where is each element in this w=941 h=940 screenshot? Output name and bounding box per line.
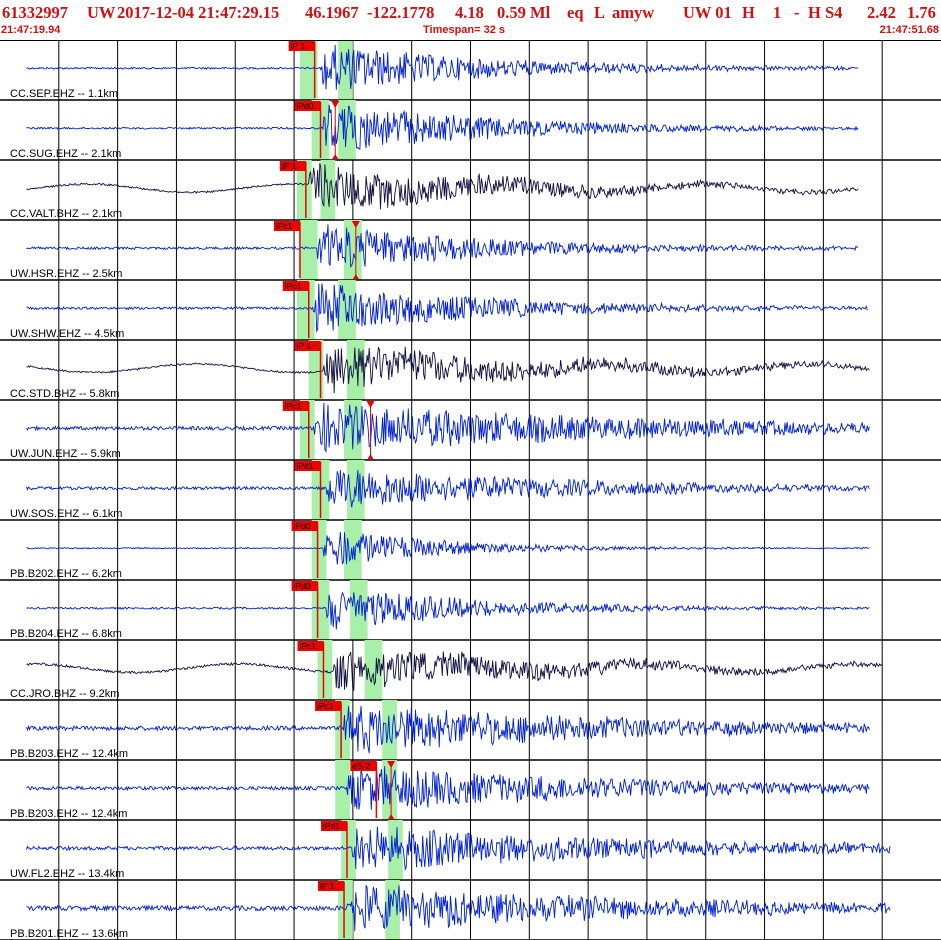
pick-label: iPd1 — [323, 821, 340, 831]
pick-label: iPd1 — [297, 461, 314, 471]
p-window — [299, 220, 318, 280]
event-magnitude: 0.59 Ml — [497, 3, 551, 22]
waveform-trace — [26, 224, 859, 269]
end-time: 21:47:51.68 — [879, 24, 939, 36]
station-label: UW.SOS.EHZ -- 6.1km — [10, 508, 122, 520]
event-id: 61332997 — [2, 3, 68, 22]
pick-label: iP 1 — [320, 881, 335, 891]
secondary-pick-triangle — [367, 454, 374, 459]
event-h2: 1 — [773, 3, 782, 22]
event-value-2: 1.76 — [907, 3, 936, 22]
pick-label: iPd0 — [297, 101, 314, 111]
event-datetime: 2017-12-04 21:47:29.15 — [117, 3, 280, 22]
station-label: PB.B204.EHZ -- 6.8km — [10, 628, 122, 640]
waveform-trace — [26, 705, 870, 754]
event-author: amyw — [612, 3, 655, 22]
station-label: CC.STD.BHZ -- 5.8km — [10, 388, 119, 400]
waveform-trace — [26, 826, 891, 872]
pick-label: iP 1 — [291, 41, 306, 51]
event-value-1: 2.42 — [867, 3, 896, 22]
event-h1: H — [742, 3, 755, 22]
waveform-trace — [26, 283, 868, 333]
event-type: eq — [567, 3, 584, 22]
event-header: 61332997 UW 2017-12-04 21:47:29.15 46.19… — [0, 0, 941, 40]
waveform-trace — [26, 104, 859, 150]
event-h4: H S4 — [808, 3, 843, 22]
waveform-trace — [26, 44, 859, 90]
secondary-pick-triangle — [331, 101, 340, 108]
secondary-pick-triangle — [332, 154, 339, 159]
waveform-trace — [26, 402, 870, 453]
waveform-trace — [26, 651, 883, 691]
seismogram-canvas[interactable]: iP 1 CC.SEP.EHZ -- 1.1km iPd0 CC.SUG.EHZ --… — [0, 40, 941, 940]
start-time: 21:47:19.94 — [1, 24, 61, 36]
event-network: UW — [87, 3, 116, 22]
station-label: CC.SUG.EHZ -- 2.1km — [10, 148, 121, 160]
pick-label: iP 1 — [297, 341, 312, 351]
event-depth: 4.18 — [455, 3, 484, 22]
waveform-trace — [26, 766, 870, 810]
waveform-trace — [26, 531, 870, 565]
secondary-pick-triangle — [366, 401, 375, 408]
waveform-trace — [26, 469, 870, 508]
station-label: CC.VALT.BHZ -- 2.1km — [10, 208, 122, 220]
station-label: PB.B202.EHZ -- 6.2km — [10, 568, 122, 580]
event-net-code: UW 01 — [683, 3, 732, 22]
event-longitude: -122.1778 — [367, 3, 435, 22]
s-window — [364, 640, 383, 700]
station-label: CC.JRO.BHZ -- 9.2km — [10, 688, 119, 700]
waveform-trace — [26, 163, 859, 210]
waveform-trace — [26, 885, 891, 932]
waveform-trace — [26, 346, 870, 394]
station-label: PB.B203.EHZ -- 12.4km — [10, 748, 128, 760]
event-h3: - — [794, 3, 800, 22]
station-label: UW.JUN.EHZ -- 5.9km — [10, 448, 121, 460]
pick-label: iPc1 — [317, 701, 334, 711]
pick-label: iPc1 — [299, 641, 316, 651]
pick-label: iPd0 — [294, 581, 311, 591]
event-flag: L — [594, 3, 606, 22]
station-label: PB.B201.EHZ -- 13.6km — [10, 928, 128, 940]
pick-label: iPc1 — [285, 401, 302, 411]
timespan-label: Timespan= 32 s — [423, 24, 506, 36]
station-label: UW.HSR.EHZ -- 2.5km — [10, 268, 122, 280]
station-label: UW.FL2.EHZ -- 13.4km — [10, 868, 124, 880]
event-latitude: 46.1967 — [305, 3, 359, 22]
pick-label: eS 2 — [352, 761, 370, 771]
event-summary-line: 61332997 UW 2017-12-04 21:47:29.15 46.19… — [0, 2, 941, 24]
pick-label: iP 1 — [282, 161, 297, 171]
station-label: CC.SEP.EHZ -- 1.1km — [10, 88, 118, 100]
station-label: PB.B203.EH2 -- 12.4km — [10, 808, 127, 820]
waveform-trace — [26, 591, 870, 630]
station-label: UW.SHW.EHZ -- 4.5km — [10, 328, 124, 340]
pick-label: iPc1 — [276, 221, 293, 231]
pick-label: iPd0 — [294, 521, 311, 531]
seismogram-panel[interactable]: iP 1 CC.SEP.EHZ -- 1.1km iPd0 CC.SUG.EHZ --… — [0, 40, 941, 940]
pick-label: iPc1 — [285, 281, 302, 291]
